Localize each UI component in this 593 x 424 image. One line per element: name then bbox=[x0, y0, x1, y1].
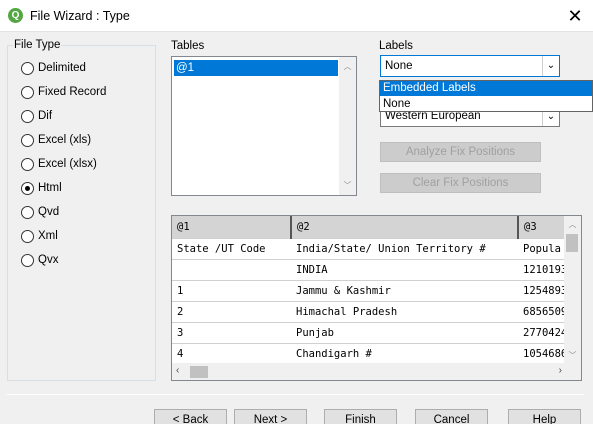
dropdown-option-none[interactable]: None bbox=[380, 97, 592, 112]
cancel-button[interactable]: Cancel bbox=[415, 409, 488, 424]
radio-circle bbox=[21, 85, 34, 99]
tables-scrollbar[interactable]: ︿ ﹀ bbox=[339, 57, 356, 195]
table-cell bbox=[172, 259, 291, 281]
scrollbar-corner bbox=[564, 363, 581, 380]
labels-combobox[interactable]: None ⌄ bbox=[380, 55, 560, 77]
radio-label: Excel (xls) bbox=[38, 134, 92, 146]
scroll-up-icon[interactable]: ︿ bbox=[564, 219, 581, 230]
scroll-down-icon[interactable]: ﹀ bbox=[339, 180, 356, 191]
chevron-down-icon[interactable]: ⌄ bbox=[542, 56, 559, 76]
radio-label: Qvd bbox=[38, 206, 60, 218]
labels-label: Labels bbox=[379, 40, 413, 52]
table-cell: Chandigarh # bbox=[291, 343, 518, 365]
table-cell: Himachal Pradesh bbox=[291, 301, 518, 323]
table-row: INDIA 1210193 bbox=[172, 259, 578, 281]
table-cell: State /UT Code bbox=[172, 238, 291, 260]
clear-fix-positions-button[interactable]: Clear Fix Positions bbox=[380, 173, 541, 193]
radio-qvx[interactable]: Qvx bbox=[21, 252, 58, 268]
table-item-selected[interactable]: @1 bbox=[174, 60, 338, 76]
radio-label: Delimited bbox=[38, 62, 86, 74]
next-button[interactable]: Next > bbox=[234, 409, 307, 424]
radio-excel-xls[interactable]: Excel (xls) bbox=[21, 132, 91, 148]
radio-label: Dif bbox=[38, 110, 53, 122]
radio-delimited[interactable]: Delimited bbox=[21, 60, 86, 76]
table-row: 3 Punjab 2770424 bbox=[172, 322, 578, 344]
radio-excel-xlsx[interactable]: Excel (xlsx) bbox=[21, 156, 97, 172]
window-title: File Wizard : Type bbox=[30, 9, 130, 23]
scroll-thumb[interactable] bbox=[190, 366, 208, 378]
table-row: 1 Jammu & Kashmir 1254893 bbox=[172, 280, 578, 302]
table-cell: 4 bbox=[172, 343, 291, 365]
footer-separator bbox=[7, 394, 584, 395]
scroll-up-icon[interactable]: ︿ bbox=[339, 61, 356, 72]
labels-value: None bbox=[385, 60, 413, 72]
radio-circle-checked bbox=[21, 181, 34, 195]
tables-label: Tables bbox=[171, 40, 205, 52]
finish-button[interactable]: Finish bbox=[324, 409, 397, 424]
radio-label: Html bbox=[38, 182, 62, 194]
help-button[interactable]: Help bbox=[508, 409, 581, 424]
preview-header-row: @1 @2 @3 bbox=[172, 216, 579, 239]
radio-xml[interactable]: Xml bbox=[21, 228, 58, 244]
radio-circle bbox=[21, 61, 34, 75]
table-row: 4 Chandigarh # 1054686 bbox=[172, 343, 578, 365]
scroll-right-icon[interactable]: › bbox=[559, 365, 562, 376]
table-row: State /UT Code India/State/ Union Territ… bbox=[172, 238, 578, 260]
preview-table: @1 @2 @3 State /UT Code India/State/ Uni… bbox=[172, 216, 579, 365]
preview-grid[interactable]: @1 @2 @3 State /UT Code India/State/ Uni… bbox=[171, 215, 582, 381]
table-cell: Punjab bbox=[291, 322, 518, 344]
scroll-down-icon[interactable]: ﹀ bbox=[564, 350, 581, 361]
title-bar: Q File Wizard : Type ✕ bbox=[0, 0, 593, 32]
table-cell: Jammu & Kashmir bbox=[291, 280, 518, 302]
grid-horizontal-scrollbar[interactable]: ‹ › bbox=[172, 363, 566, 380]
column-header[interactable]: @2 bbox=[291, 216, 519, 239]
column-header[interactable]: @1 bbox=[172, 216, 292, 239]
table-cell: 1 bbox=[172, 280, 291, 302]
back-button[interactable]: < Back bbox=[154, 409, 227, 424]
table-cell: 2 bbox=[172, 301, 291, 323]
radio-circle bbox=[21, 157, 34, 171]
radio-qvd[interactable]: Qvd bbox=[21, 204, 59, 220]
radio-circle bbox=[21, 253, 34, 267]
scroll-thumb[interactable] bbox=[566, 234, 578, 252]
table-row: 2 Himachal Pradesh 6856509 bbox=[172, 301, 578, 323]
table-cell: 3 bbox=[172, 322, 291, 344]
close-icon[interactable]: ✕ bbox=[557, 0, 593, 32]
radio-label: Xml bbox=[38, 230, 58, 242]
tables-listbox[interactable]: @1 ︿ ﹀ bbox=[171, 56, 357, 196]
radio-circle bbox=[21, 109, 34, 123]
radio-circle bbox=[21, 229, 34, 243]
radio-circle bbox=[21, 133, 34, 147]
table-cell: India/State/ Union Territory # bbox=[291, 238, 518, 260]
radio-fixed-record[interactable]: Fixed Record bbox=[21, 84, 106, 100]
scroll-left-icon[interactable]: ‹ bbox=[176, 365, 179, 376]
radio-dif[interactable]: Dif bbox=[21, 108, 52, 124]
radio-label: Excel (xlsx) bbox=[38, 158, 97, 170]
radio-html[interactable]: Html bbox=[21, 180, 62, 196]
radio-label: Fixed Record bbox=[38, 86, 107, 98]
labels-dropdown-list: Embedded Labels None bbox=[379, 80, 593, 112]
grid-vertical-scrollbar[interactable]: ︿ ﹀ bbox=[564, 216, 581, 363]
dropdown-option-embedded-labels[interactable]: Embedded Labels bbox=[380, 81, 592, 96]
table-cell: INDIA bbox=[291, 259, 518, 281]
analyze-fix-positions-button[interactable]: Analyze Fix Positions bbox=[380, 142, 541, 162]
radio-circle bbox=[21, 205, 34, 219]
file-type-legend: File Type bbox=[13, 39, 62, 51]
radio-label: Qvx bbox=[38, 254, 59, 266]
qlik-app-icon: Q bbox=[8, 8, 23, 23]
